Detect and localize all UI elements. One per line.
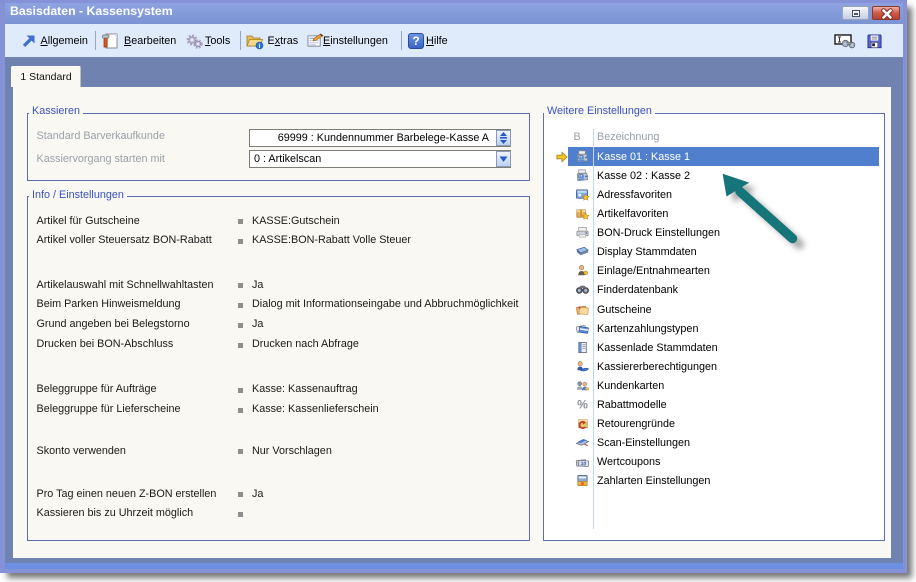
svg-text:%: % [577,398,588,412]
svg-text:10: 10 [580,461,586,467]
svg-text:i: i [259,43,261,50]
